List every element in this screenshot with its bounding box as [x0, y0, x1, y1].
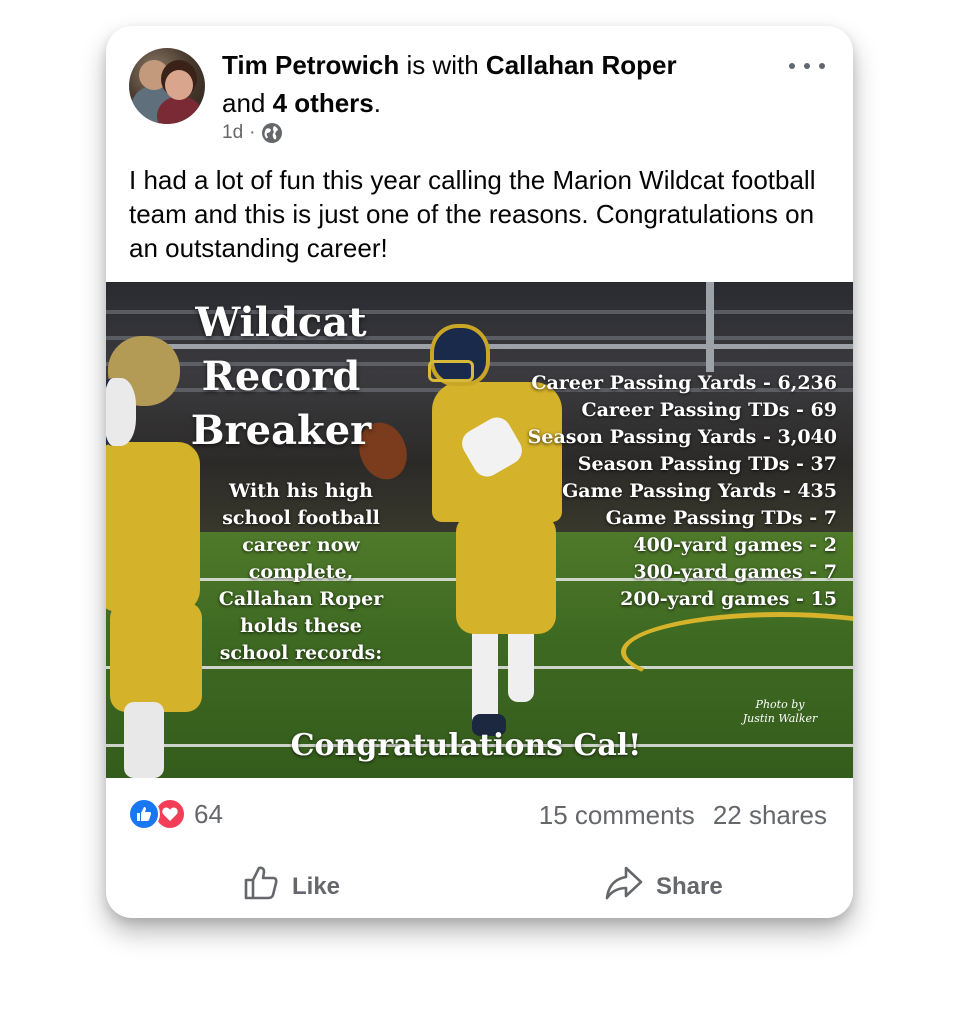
- like-label: Like: [292, 872, 341, 900]
- graphic-congrats: Congratulations Cal!: [290, 728, 642, 763]
- tagged-others[interactable]: 4 others: [273, 88, 374, 118]
- like-reaction-icon: [128, 798, 160, 830]
- share-button[interactable]: Share: [604, 864, 723, 909]
- with-text: is with: [399, 50, 486, 80]
- thumbs-up-icon: [242, 864, 280, 909]
- engagement-counts: 15 comments 22 shares: [539, 800, 827, 831]
- record-line: Season Passing TDs - 37: [577, 453, 837, 475]
- record-line: Game Passing TDs - 7: [605, 507, 837, 529]
- reactions-summary[interactable]: 64: [128, 798, 223, 830]
- post-card: Tim Petrowich is with Callahan Roper and…: [106, 26, 853, 918]
- record-line: Career Passing Yards - 6,236: [531, 372, 837, 394]
- globe-icon[interactable]: [261, 122, 283, 144]
- meta-separator: ·: [249, 122, 256, 143]
- record-line: 400-yard games - 2: [633, 534, 837, 556]
- share-label: Share: [656, 872, 723, 900]
- record-line: Season Passing Yards - 3,040: [527, 426, 837, 448]
- post-text: I had a lot of fun this year calling the…: [129, 165, 816, 263]
- graphic-title: Wildcat Record Breaker: [190, 299, 372, 454]
- record-line: 300-yard games - 7: [633, 561, 837, 583]
- like-button[interactable]: Like: [242, 864, 340, 909]
- record-line: 200-yard games - 15: [620, 588, 837, 610]
- record-line: Game Passing Yards - 435: [562, 480, 837, 502]
- reaction-count: 64: [194, 798, 223, 829]
- author-name[interactable]: Tim Petrowich: [222, 50, 399, 80]
- share-arrow-icon: [604, 864, 644, 909]
- period-text: .: [373, 88, 381, 118]
- action-bar: Like Share: [106, 864, 853, 904]
- more-horizontal-icon[interactable]: [789, 56, 825, 76]
- post-photo[interactable]: Wildcat Record Breaker With his high sch…: [106, 282, 853, 778]
- comments-count[interactable]: 15 comments: [539, 800, 695, 831]
- record-line: Career Passing TDs - 69: [581, 399, 837, 421]
- post-time[interactable]: 1d: [222, 122, 243, 144]
- tagged-user[interactable]: Callahan Roper: [486, 50, 677, 80]
- post-header: Tim Petrowich is with Callahan Roper and…: [222, 46, 762, 122]
- records-list: Career Passing Yards - 6,236 Career Pass…: [517, 370, 837, 613]
- photo-credit: Photo by Justin Walker: [742, 698, 818, 725]
- shares-count[interactable]: 22 shares: [713, 800, 827, 831]
- author-avatar[interactable]: [129, 48, 205, 124]
- graphic-intro: With his high school football career now…: [218, 480, 384, 664]
- post-meta: 1d ·: [222, 122, 283, 144]
- and-text: and: [222, 88, 273, 118]
